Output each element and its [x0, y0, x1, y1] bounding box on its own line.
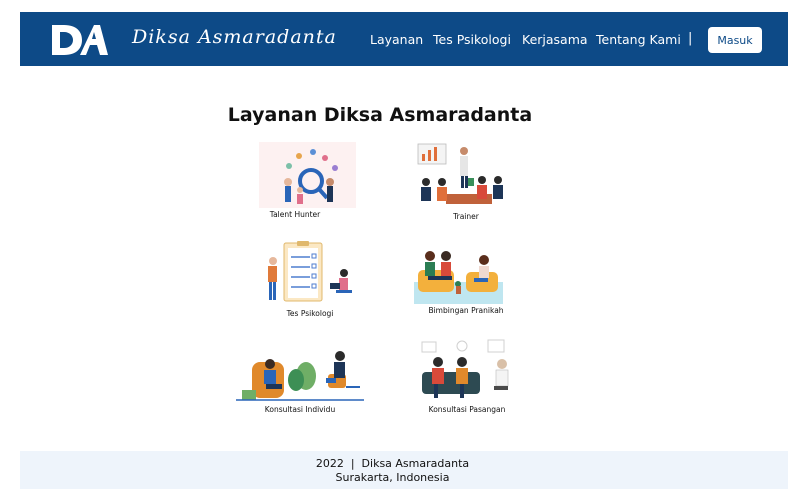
service-label: Bimbingan Pranikah [428, 306, 504, 315]
nav-link-tes-psikologi[interactable]: Tes Psikologi [433, 32, 511, 47]
top-navbar: Diksa Asmaradanta Layanan Tes Psikologi … [20, 12, 788, 66]
service-label: Konsultasi Pasangan [428, 405, 506, 414]
talent-hunter-illustration-icon [259, 142, 356, 208]
service-card-tes-psikologi[interactable]: Tes Psikologi [260, 239, 357, 318]
nav-link-layanan[interactable]: Layanan [370, 32, 423, 47]
brand-name[interactable]: Diksa Asmaradanta [132, 26, 337, 48]
login-button[interactable]: Masuk [708, 27, 762, 53]
service-card-konsultasi-individu[interactable]: Konsultasi Individu [236, 350, 364, 414]
premarital-guidance-illustration-icon [414, 246, 503, 306]
service-label: Konsultasi Individu [264, 405, 336, 414]
footer-copyright: 2022 | Diksa Asmaradanta [315, 457, 470, 470]
nav-link-kerjasama[interactable]: Kerjasama [522, 32, 588, 47]
nav-link-tentang-kami[interactable]: Tentang Kami [596, 32, 681, 47]
service-card-trainer[interactable]: Trainer [412, 142, 507, 221]
couple-consultation-illustration-icon [418, 338, 514, 402]
individual-consultation-illustration-icon [236, 350, 364, 403]
service-card-bimbingan-pranikah[interactable]: Bimbingan Pranikah [414, 246, 504, 315]
service-card-konsultasi-pasangan[interactable]: Konsultasi Pasangan [418, 338, 514, 414]
service-card-talent-hunter[interactable]: Talent Hunter [259, 142, 356, 219]
psychology-test-illustration-icon [260, 239, 357, 305]
page-title: Layanan Diksa Asmaradanta [227, 104, 533, 126]
da-logo-icon[interactable] [50, 23, 110, 57]
footer: 2022 | Diksa Asmaradanta Surakarta, Indo… [20, 451, 788, 489]
nav-separator: | [688, 31, 693, 46]
service-label: Trainer [453, 212, 479, 221]
service-label: Talent Hunter [269, 210, 321, 219]
service-label: Tes Psikologi [286, 309, 334, 318]
footer-location: Surakarta, Indonesia [335, 471, 450, 484]
trainer-illustration-icon [412, 142, 507, 208]
